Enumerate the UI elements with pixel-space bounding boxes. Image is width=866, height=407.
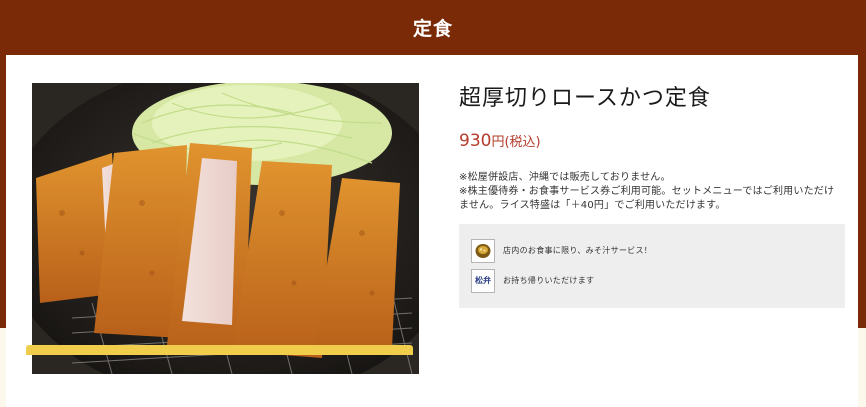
- tax-note: (税込): [504, 135, 541, 150]
- takeout-icon-label: 松弁: [475, 276, 491, 285]
- price-row: 930円(税込): [459, 129, 839, 153]
- service-box: 店内のお食事に限り、みそ汁サービス！ 松弁 お持ち帰りいただけます: [459, 224, 845, 308]
- service-miso-soup: 店内のお食事に限り、みそ汁サービス！: [471, 237, 845, 264]
- page-title: 定食: [412, 18, 453, 40]
- page-header: 定食: [0, 0, 866, 55]
- takeout-icon: 松弁: [471, 268, 495, 293]
- service-takeout-text: お持ち帰りいただけます: [503, 276, 595, 285]
- miso-soup-icon: [471, 238, 495, 263]
- notes: ※松屋併設店、沖縄では販売しておりません。 ※株主優待券・お食事サービス券ご利用…: [459, 171, 839, 213]
- price-value: 930: [459, 131, 492, 151]
- service-takeout: 松弁 お持ち帰りいただけます: [471, 267, 845, 294]
- order-button-bar[interactable]: [26, 345, 413, 355]
- product-info: 超厚切りロースかつ定食 930円(税込) ※松屋併設店、沖縄では販売しておりませ…: [459, 83, 845, 308]
- service-miso-soup-text: 店内のお食事に限り、みそ汁サービス！: [503, 246, 653, 255]
- product-name: 超厚切りロースかつ定食: [459, 86, 711, 111]
- product-photo: [32, 83, 419, 374]
- note-voucher: ※株主優待券・お食事サービス券ご利用可能。セットメニューではご利用いただけません…: [459, 186, 835, 211]
- note-availability: ※松屋併設店、沖縄では販売しておりません。: [459, 172, 671, 183]
- price-unit: 円: [491, 135, 505, 150]
